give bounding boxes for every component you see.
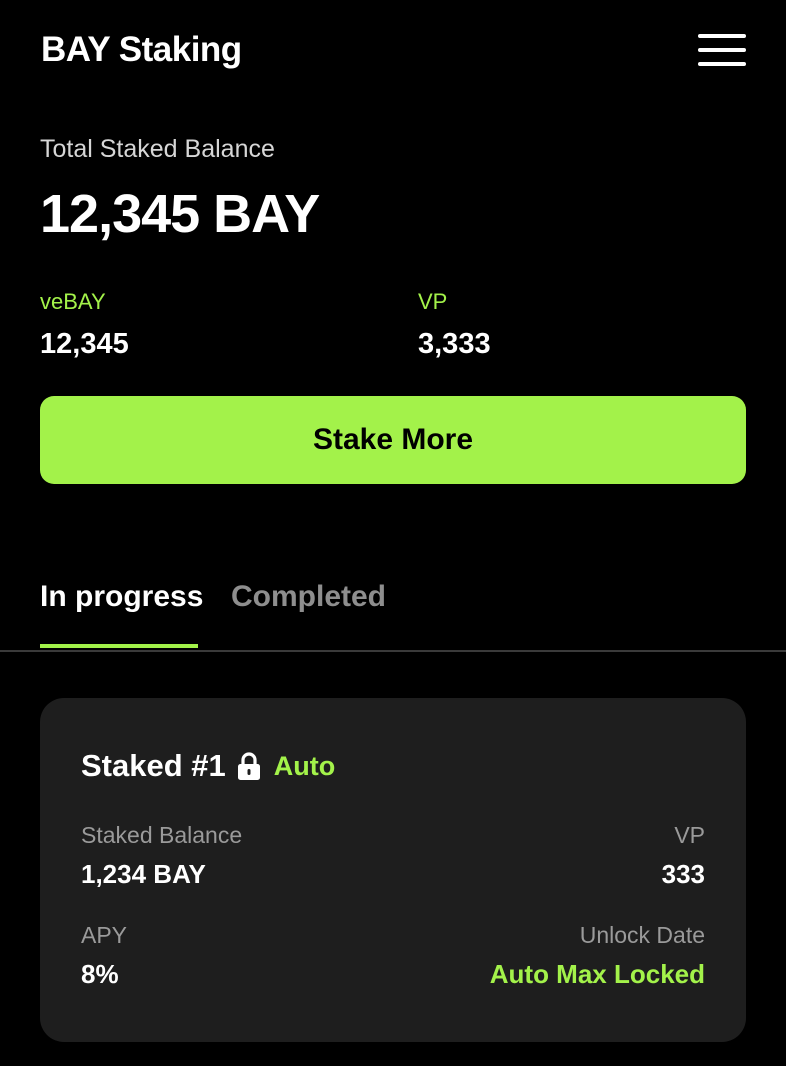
- unlock-date-value: Auto Max Locked: [489, 959, 705, 989]
- staked-balance-value: 1,234 BAY: [81, 859, 206, 889]
- unlock-date-label: Unlock Date: [579, 922, 705, 948]
- stake-tabs: In progress Completed: [0, 570, 786, 652]
- stake-title: Staked #1: [81, 748, 226, 783]
- menu-bar: [698, 48, 746, 52]
- menu-bar: [698, 34, 746, 38]
- menu-bar: [698, 62, 746, 66]
- staking-page: BAY Staking Total Staked Balance 12,345 …: [0, 0, 786, 1066]
- stake-card-header: Staked #1 Auto: [81, 748, 335, 784]
- apy-label: APY: [81, 922, 128, 948]
- vp-metric: VP 3,333: [418, 288, 491, 360]
- app-title: BAY Staking: [41, 30, 242, 69]
- hamburger-menu-icon[interactable]: [698, 34, 746, 66]
- auto-badge: Auto: [273, 750, 336, 781]
- header: BAY Staking: [40, 26, 746, 78]
- staked-balance-field: Staked Balance 1,234 BAY: [81, 821, 242, 889]
- active-tab-indicator: [40, 644, 198, 648]
- stake-vp-label: VP: [674, 822, 705, 848]
- vp-label: VP: [418, 289, 448, 314]
- stake-vp-value: 333: [661, 859, 705, 889]
- stake-more-button[interactable]: Stake More: [40, 396, 746, 484]
- total-staked-label: Total Staked Balance: [40, 135, 275, 163]
- lock-icon: [237, 752, 260, 780]
- vebay-label: veBAY: [40, 289, 106, 314]
- stake-card[interactable]: Staked #1 Auto Staked Balance 1,234 BAY …: [40, 698, 746, 1042]
- apy-field: APY 8%: [81, 921, 127, 989]
- tab-in-progress[interactable]: In progress: [40, 580, 203, 614]
- vp-value: 3,333: [418, 328, 491, 360]
- unlock-date-field: Unlock Date Auto Max Locked: [490, 921, 705, 989]
- tab-completed[interactable]: Completed: [231, 580, 386, 614]
- total-staked-value: 12,345 BAY: [40, 184, 320, 244]
- vebay-metric: veBAY 12,345: [40, 288, 129, 360]
- staked-balance-label: Staked Balance: [81, 822, 243, 848]
- vebay-value: 12,345: [40, 328, 129, 360]
- stake-vp-field: VP 333: [662, 821, 705, 889]
- apy-value: 8%: [81, 959, 119, 989]
